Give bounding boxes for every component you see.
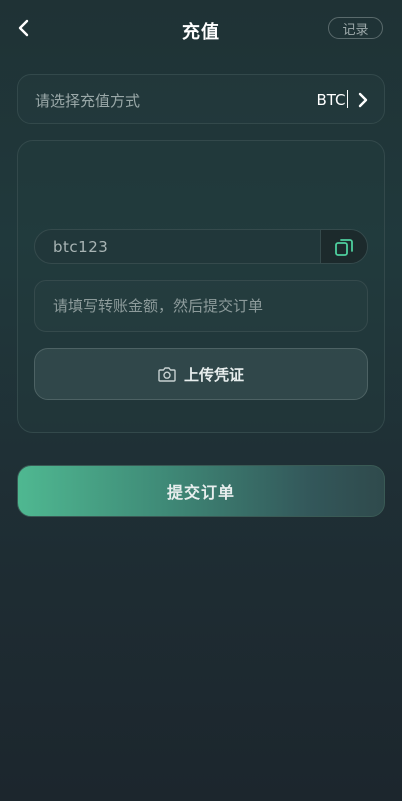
chevron-right-icon <box>358 92 368 108</box>
text-cursor <box>346 90 348 108</box>
camera-icon <box>158 367 176 382</box>
submit-order-button[interactable]: 提交订单 <box>17 465 385 517</box>
payment-method-label: 请选择充值方式 <box>35 92 141 110</box>
record-button[interactable]: 记录 <box>328 17 383 39</box>
upload-proof-label: 上传凭证 <box>183 365 244 384</box>
upload-proof-button[interactable]: 上传凭证 <box>34 348 368 400</box>
top-bar: 充值 记录 <box>0 0 402 60</box>
copy-address-button[interactable] <box>320 230 367 263</box>
wallet-address-field: btc123 <box>34 229 368 264</box>
wallet-address-text: btc123 <box>53 238 109 256</box>
amount-input[interactable] <box>34 280 368 332</box>
payment-method-selector[interactable]: 请选择充值方式 BTC <box>17 74 385 124</box>
submit-order-label: 提交订单 <box>166 483 235 502</box>
copy-icon <box>335 238 353 256</box>
payment-method-value-text: BTC <box>316 91 346 109</box>
payment-method-value: BTC <box>316 90 348 109</box>
